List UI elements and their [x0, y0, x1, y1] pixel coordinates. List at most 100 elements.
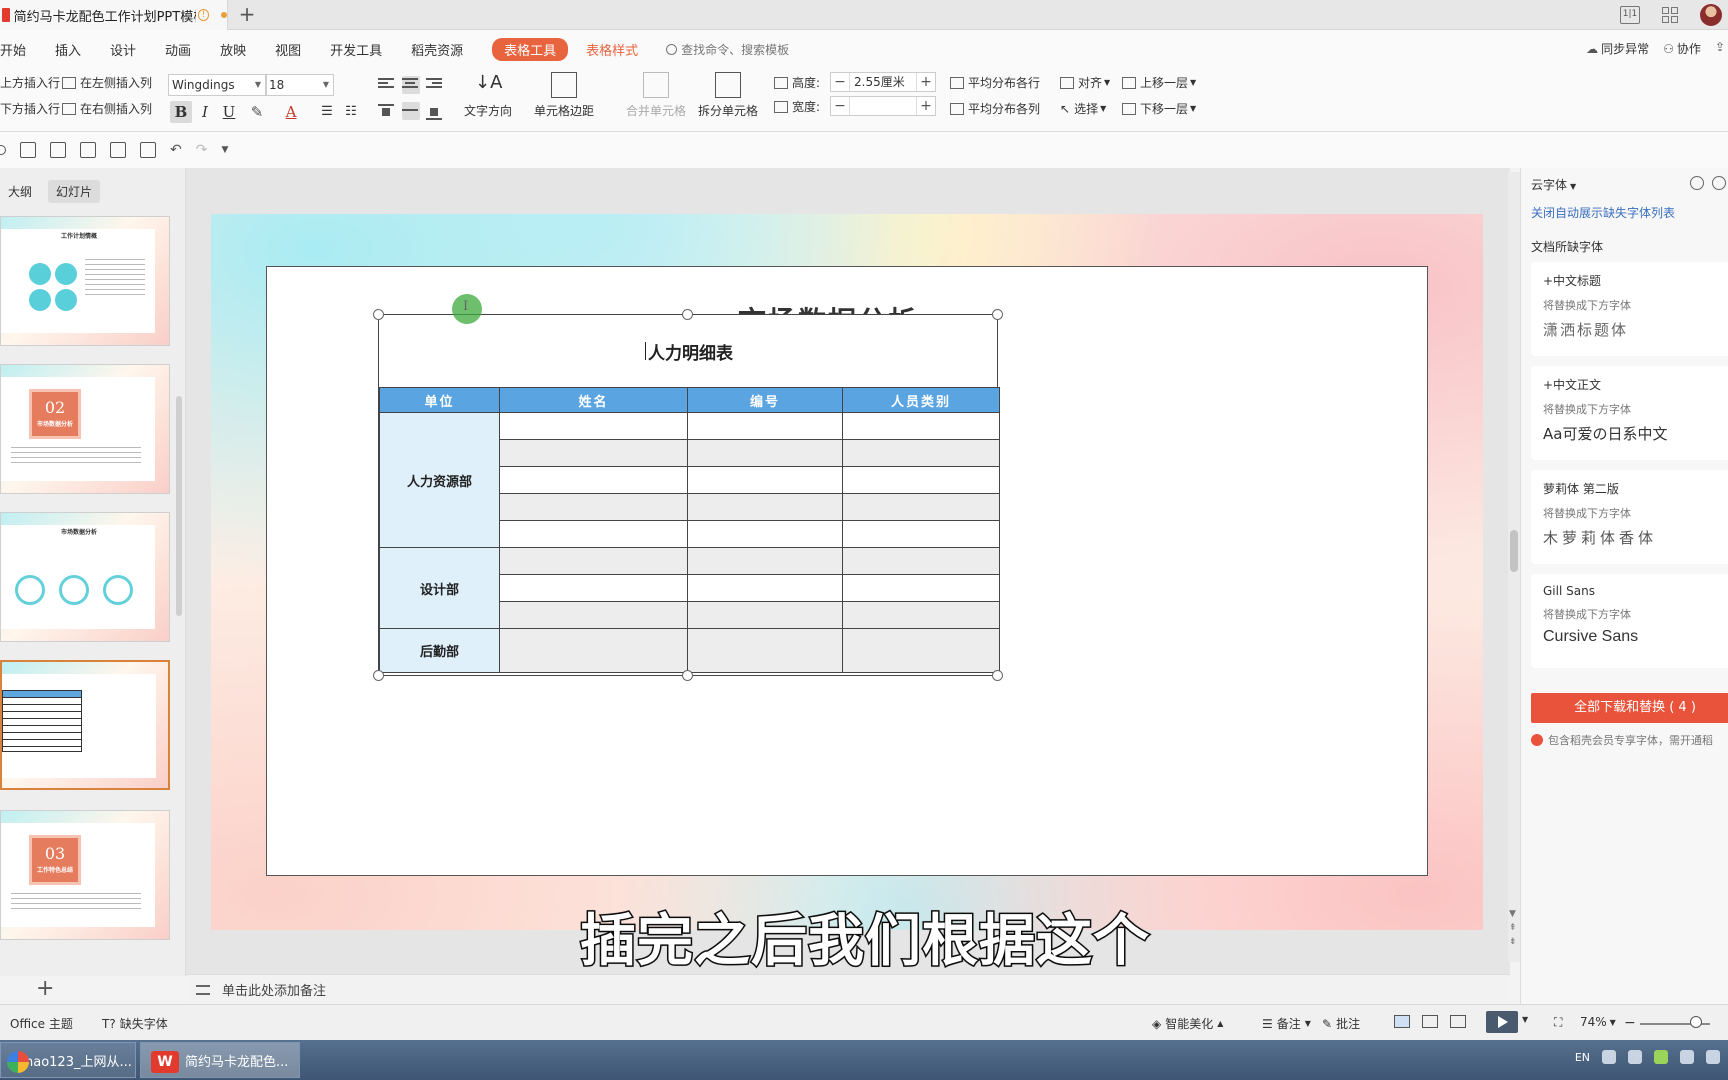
italic-button[interactable]: I [194, 101, 216, 123]
sync-status-button[interactable]: ☁ 同步异常 [1586, 40, 1649, 57]
table-cell[interactable] [499, 466, 688, 494]
distribute-cols-button[interactable]: 平均分布各列 [950, 100, 1040, 117]
zoom-slider-knob[interactable] [1690, 1016, 1702, 1028]
table-cell[interactable] [842, 628, 1000, 673]
collaborate-button[interactable]: ⚇ 协作 [1663, 40, 1701, 57]
bold-button[interactable]: B [170, 101, 192, 123]
slide-thumbnail-5[interactable]: 03 工作特色总结 [0, 810, 170, 940]
menu-item-slideshow[interactable]: 放映 [220, 40, 246, 59]
insert-col-left-button[interactable]: 在左侧插入列 [62, 74, 152, 91]
network-icon[interactable] [1680, 1050, 1694, 1064]
align-middle-icon[interactable] [402, 102, 420, 120]
col-width-input[interactable]: − + [830, 96, 936, 116]
play-slideshow-button[interactable] [1486, 1011, 1518, 1033]
new-tab-button[interactable]: + [236, 3, 258, 25]
missing-font-button[interactable]: T? 缺失字体 [102, 1015, 168, 1032]
underline-button[interactable]: U [218, 101, 240, 123]
font-card[interactable]: Gill Sans 将替换成下方字体 Cursive Sans [1531, 574, 1728, 668]
font-card[interactable]: +中文标题 将替换成下方字体 潇洒标题体 [1531, 262, 1728, 356]
taskbar-item-browser[interactable]: hao123_上网从... [0, 1042, 136, 1078]
table-cell[interactable] [499, 520, 688, 548]
table-cell[interactable] [842, 466, 1000, 494]
distribute-rows-button[interactable]: 平均分布各行 [950, 74, 1040, 91]
table-cell[interactable] [499, 601, 688, 629]
slide-thumbnail-1[interactable]: 工作计划情概 [0, 216, 170, 346]
resize-handle-tc[interactable] [682, 309, 693, 320]
header-id[interactable]: 编号 [687, 387, 843, 413]
highlight-color-icon[interactable]: ✎ [246, 101, 268, 123]
menu-item-developer[interactable]: 开发工具 [330, 40, 382, 59]
table-cell[interactable] [499, 547, 688, 575]
canvas-scrollbar[interactable]: ▼ ⇞ ⇟ [1508, 172, 1520, 962]
table-cell[interactable] [687, 574, 843, 602]
minus-icon[interactable]: − [831, 98, 849, 114]
language-indicator[interactable]: EN [1575, 1051, 1590, 1064]
zoom-level[interactable]: 74% ▼ [1580, 1015, 1616, 1029]
tray-app-icon[interactable] [1602, 1050, 1616, 1064]
redo-icon[interactable]: ↷ [196, 142, 208, 158]
table-cell[interactable] [687, 601, 843, 629]
table-cell[interactable] [842, 574, 1000, 602]
apps-grid-icon[interactable] [1662, 7, 1678, 23]
scroll-arrows-icon[interactable]: ▼ ⇞ ⇟ [1509, 907, 1517, 949]
table-cell[interactable] [687, 466, 843, 494]
download-replace-all-button[interactable]: 全部下载和替换 ( 4 ) [1531, 693, 1728, 723]
table-cell[interactable] [842, 412, 1000, 440]
notes-bar[interactable]: 单击此处添加备注 [186, 974, 1510, 1004]
table-cell[interactable] [842, 601, 1000, 629]
menu-item-home[interactable]: 开始 [0, 40, 26, 59]
split-cells-button[interactable]: 拆分单元格 [698, 72, 758, 119]
table-cell[interactable] [499, 493, 688, 521]
fit-window-icon[interactable]: ⛶ [1554, 1015, 1562, 1030]
table-cell[interactable] [687, 520, 843, 548]
print-icon[interactable] [110, 142, 126, 158]
list-icon[interactable]: ☷ [340, 101, 362, 123]
line-spacing-icon[interactable]: ☰ [316, 101, 338, 123]
table-cell[interactable] [687, 628, 843, 673]
table-cell[interactable] [499, 412, 688, 440]
table-cell[interactable] [687, 547, 843, 575]
slide-thumbnail-3[interactable]: 市场数据分析 [0, 512, 170, 642]
font-size-select[interactable]: 18 ▼ [266, 74, 334, 96]
resize-handle-tr[interactable] [992, 309, 1003, 320]
comments-button[interactable]: ✎ 批注 [1322, 1015, 1360, 1032]
customize-chevron-icon[interactable]: ▼ [221, 145, 228, 155]
menu-item-docer[interactable]: 稻壳资源 [411, 40, 463, 59]
table-cell[interactable] [842, 520, 1000, 548]
font-card[interactable]: +中文正文 将替换成下方字体 Aa可爱の日系中文 [1531, 366, 1728, 460]
send-backward-button[interactable]: 下移一层 ▼ [1122, 100, 1196, 117]
comment-icon[interactable] [1690, 176, 1704, 190]
header-name[interactable]: 姓名 [499, 387, 688, 413]
dept-cell-logistics[interactable]: 后勤部 [379, 628, 500, 673]
align-right-icon[interactable] [426, 76, 444, 94]
slide-thumbnail-2[interactable]: 02 市场数据分析 [0, 364, 170, 494]
document-tab[interactable]: 简约马卡龙配色工作计划PPT模板 ! [0, 0, 228, 30]
tray-green-icon[interactable] [1654, 1050, 1668, 1064]
table-title-cell[interactable]: 人力明细表 [379, 315, 999, 387]
slide-pane-scrollbar[interactable] [176, 396, 182, 616]
bring-forward-button[interactable]: 上移一层 ▼ [1122, 74, 1196, 91]
split-view-icon[interactable]: 1|1 [1620, 6, 1640, 24]
theme-label[interactable]: Office 主题 [10, 1015, 73, 1032]
resize-handle-bc[interactable] [682, 670, 693, 681]
font-card[interactable]: 萝莉体 第二版 将替换成下方字体 木萝莉体香体 [1531, 470, 1728, 564]
qq-icon[interactable] [1628, 1050, 1642, 1064]
font-name-select[interactable]: Wingdings ▼ [168, 74, 266, 96]
tab-table-tools[interactable]: 表格工具 [492, 37, 569, 61]
insert-col-right-button[interactable]: 在右侧插入列 [62, 100, 152, 117]
image-icon[interactable] [80, 142, 96, 158]
close-auto-display-link[interactable]: 关闭自动展示缺失字体列表 [1531, 204, 1675, 221]
command-search[interactable]: 查找命令、搜索模板 [666, 41, 789, 58]
add-slide-button[interactable]: + [36, 976, 54, 1001]
align-button[interactable]: 对齐 ▼ [1060, 74, 1110, 91]
scrollbar-thumb[interactable] [1510, 530, 1518, 572]
minus-icon[interactable]: − [831, 74, 849, 90]
insert-row-above-button[interactable]: 上方插入行 [0, 74, 60, 91]
resize-handle-bl[interactable] [373, 670, 384, 681]
gear-icon[interactable] [1712, 176, 1726, 190]
slide-sorter-icon[interactable] [1422, 1015, 1438, 1028]
tab-slides[interactable]: 幻灯片 [48, 180, 101, 203]
export-pdf-icon[interactable] [50, 142, 66, 158]
reading-view-icon[interactable] [1450, 1015, 1466, 1028]
table-cell[interactable] [842, 547, 1000, 575]
